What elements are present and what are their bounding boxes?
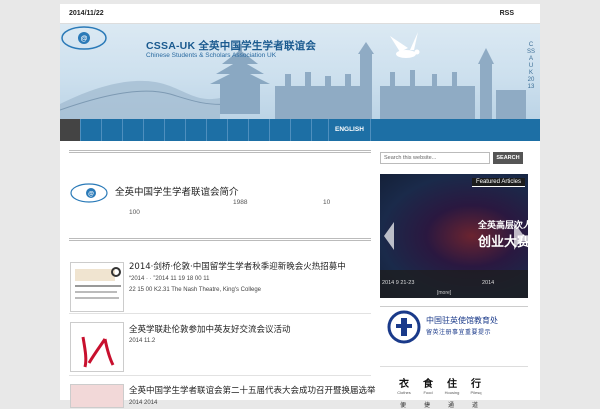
more-link[interactable]: [more] — [437, 290, 451, 296]
featured-label: Featured Articles — [471, 178, 525, 187]
dove-icon — [390, 32, 420, 58]
main-nav: ENGLISH — [60, 119, 540, 141]
post-meta: 2014 11.2 — [129, 338, 156, 344]
service-clothes: 衣 Clothes — [397, 379, 411, 395]
post-title[interactable]: 2014·剑桥·伦敦·中国留学生学者秋季迎新晚会火热招募中 — [129, 260, 346, 272]
search-input[interactable]: Search this website... — [380, 152, 490, 164]
page: 2014/11/22 RSS @ CSSA-UK 全英中国学生学者联谊会 Chi… — [60, 4, 540, 409]
nav-item-9[interactable] — [228, 119, 249, 141]
post-thumbnail[interactable] — [70, 384, 124, 408]
service-food: 食 Food — [423, 379, 433, 395]
nav-item-7[interactable] — [186, 119, 207, 141]
divider — [69, 238, 371, 241]
post-thumbnail[interactable] — [70, 262, 124, 312]
featured-date: 2014 — [482, 280, 495, 286]
post-meta: 22 15 00 K2.31 The Nash Theatre, King's … — [129, 287, 262, 293]
nav-item-english[interactable]: ENGLISH — [328, 119, 371, 141]
embassy-logo-icon — [387, 310, 421, 344]
list-item: 2014·剑桥·伦敦·中国留学生学者秋季迎新晚会火热招募中 “2014 · · … — [69, 256, 371, 314]
nav-item-10[interactable] — [249, 119, 270, 141]
embassy-name: 中国驻英使馆教育处 — [426, 316, 498, 325]
search-button[interactable]: SEARCH — [493, 152, 523, 164]
nav-item-6[interactable] — [165, 119, 186, 141]
vertical-tag: CSSAUK 2013 — [527, 42, 536, 90]
intro-number: 10 — [323, 199, 331, 206]
service-travel: 行 Pilesq — [470, 379, 482, 395]
featured-date: 2014 9 21-23 — [382, 280, 415, 286]
svg-text:@: @ — [88, 192, 94, 198]
rss-link[interactable]: RSS — [500, 10, 514, 17]
featured-headline: 全英高层次人 — [478, 221, 528, 231]
nav-item-12[interactable] — [291, 119, 312, 141]
nav-item-5[interactable] — [144, 119, 165, 141]
featured-slider[interactable]: Featured Articles 全英高层次人 创业大赛 2014 9 21-… — [380, 174, 528, 298]
divider — [69, 150, 371, 153]
intro-year: 1988 — [233, 199, 248, 206]
service-caption: 捷 — [424, 402, 431, 409]
featured-caption: 2014 9 21-23 2014 [more] — [380, 270, 528, 298]
embassy-banner[interactable]: 中国驻英使馆教育处 留英注册事宜重要提示 — [380, 306, 528, 346]
nav-item-8[interactable] — [207, 119, 228, 141]
site-title: CSSA-UK 全英中国学生学者联谊会 — [146, 40, 317, 52]
cssa-logo-icon: @ — [61, 26, 107, 50]
nav-item-2[interactable] — [81, 119, 102, 141]
nav-item-home[interactable] — [60, 119, 81, 141]
embassy-subtitle: 留英注册事宜重要提示 — [426, 329, 492, 336]
site-subtitle: Chinese Students & Scholars Association … — [146, 52, 277, 59]
list-item: 全英学联赴伦敦参加中英友好交流会议活动 2014 11.2 — [69, 316, 371, 376]
intro-number: 100 — [129, 209, 140, 216]
post-title[interactable]: 全英学联赴伦敦参加中英友好交流会议活动 — [129, 323, 291, 335]
svg-text:@: @ — [81, 36, 88, 43]
featured-headline: 创业大赛 — [478, 235, 528, 250]
services-banner[interactable]: 衣 Clothes 食 Food 住 Housing 行 Pilesq 便 捷 … — [380, 366, 528, 409]
intro-title[interactable]: 全英中国学生学者联谊会简介 — [115, 184, 239, 198]
nav-item-11[interactable] — [270, 119, 291, 141]
top-bar: 2014/11/22 RSS — [60, 4, 540, 24]
service-caption: 便 — [400, 402, 407, 409]
post-title[interactable]: 全英中国学生学者联谊会第二十五届代表大会成功召开暨换届选举 — [129, 384, 376, 396]
site-banner: @ CSSA-UK 全英中国学生学者联谊会 Chinese Students &… — [60, 24, 540, 119]
post-meta: “2014 · · ”2014 11 19 18 00 11 — [129, 276, 210, 282]
nav-item-3[interactable] — [102, 119, 123, 141]
service-caption: 通 — [448, 402, 455, 409]
current-date: 2014/11/22 — [69, 10, 104, 17]
service-housing: 住 Housing — [444, 379, 460, 395]
list-item: 全英中国学生学者联谊会第二十五届代表大会成功召开暨换届选举 2014 2014 — [69, 378, 376, 408]
nav-item-4[interactable] — [123, 119, 144, 141]
cssa-logo-icon: @ — [70, 183, 108, 203]
post-thumbnail[interactable] — [70, 322, 124, 372]
intro-block: @ 全英中国学生学者联谊会简介 1988 10 100 — [69, 180, 371, 220]
prev-arrow-icon[interactable] — [384, 222, 394, 250]
service-caption: 道 — [472, 402, 479, 409]
